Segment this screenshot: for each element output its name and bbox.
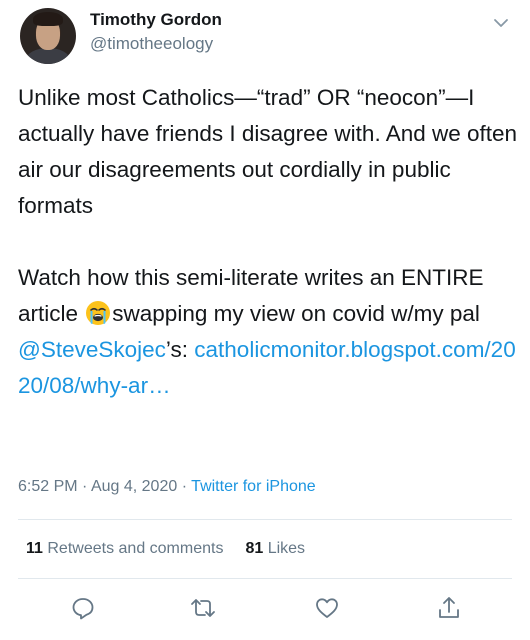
tweet-paragraph: Unlike most Catholics—“trad” OR “neocon”…: [18, 85, 518, 218]
tweet-stats: 11 Retweets and comments 81 Likes: [26, 540, 305, 558]
retweets-label: Retweets and comments: [47, 540, 224, 557]
meta-separator: ·: [82, 478, 88, 495]
tweet-body: Unlike most Catholics—“trad” OR “neocon”…: [18, 80, 518, 404]
mention-link[interactable]: @SteveSkojec: [18, 337, 166, 362]
reply-icon[interactable]: [69, 594, 97, 622]
retweet-icon[interactable]: [189, 594, 217, 622]
divider: [18, 519, 512, 520]
tweet-text-segment: swapping my view on covid w/my pal: [112, 301, 480, 326]
action-bar: [0, 590, 530, 626]
tweet-date: Aug 4, 2020: [90, 478, 178, 495]
like-icon[interactable]: [313, 594, 341, 622]
tweet-text-segment: ’s:: [165, 337, 195, 362]
retweets-stat[interactable]: 11 Retweets and comments: [26, 540, 223, 557]
tweet-meta: 6:52 PM · Aug 4, 2020 · Twitter for iPho…: [18, 478, 316, 496]
author-handle[interactable]: @timotheeology: [90, 34, 213, 54]
tweet-header: Timothy Gordon @timotheeology: [18, 8, 512, 64]
tweet-time: 6:52 PM: [18, 478, 78, 495]
meta-separator: ·: [181, 478, 188, 495]
retweets-count: 11: [26, 540, 43, 557]
share-icon[interactable]: [435, 594, 463, 622]
divider: [18, 578, 512, 579]
avatar[interactable]: [20, 8, 76, 64]
tweet-source-link[interactable]: Twitter for iPhone: [191, 478, 316, 495]
tweet-paragraph: Watch how this semi-literate writes an E…: [18, 260, 518, 404]
loudly-crying-face-icon: [85, 300, 111, 326]
author-name[interactable]: Timothy Gordon: [90, 10, 222, 30]
likes-label: Likes: [267, 540, 306, 557]
likes-count: 81: [245, 540, 264, 557]
likes-stat[interactable]: 81 Likes: [245, 540, 305, 557]
chevron-down-icon[interactable]: [492, 14, 510, 32]
